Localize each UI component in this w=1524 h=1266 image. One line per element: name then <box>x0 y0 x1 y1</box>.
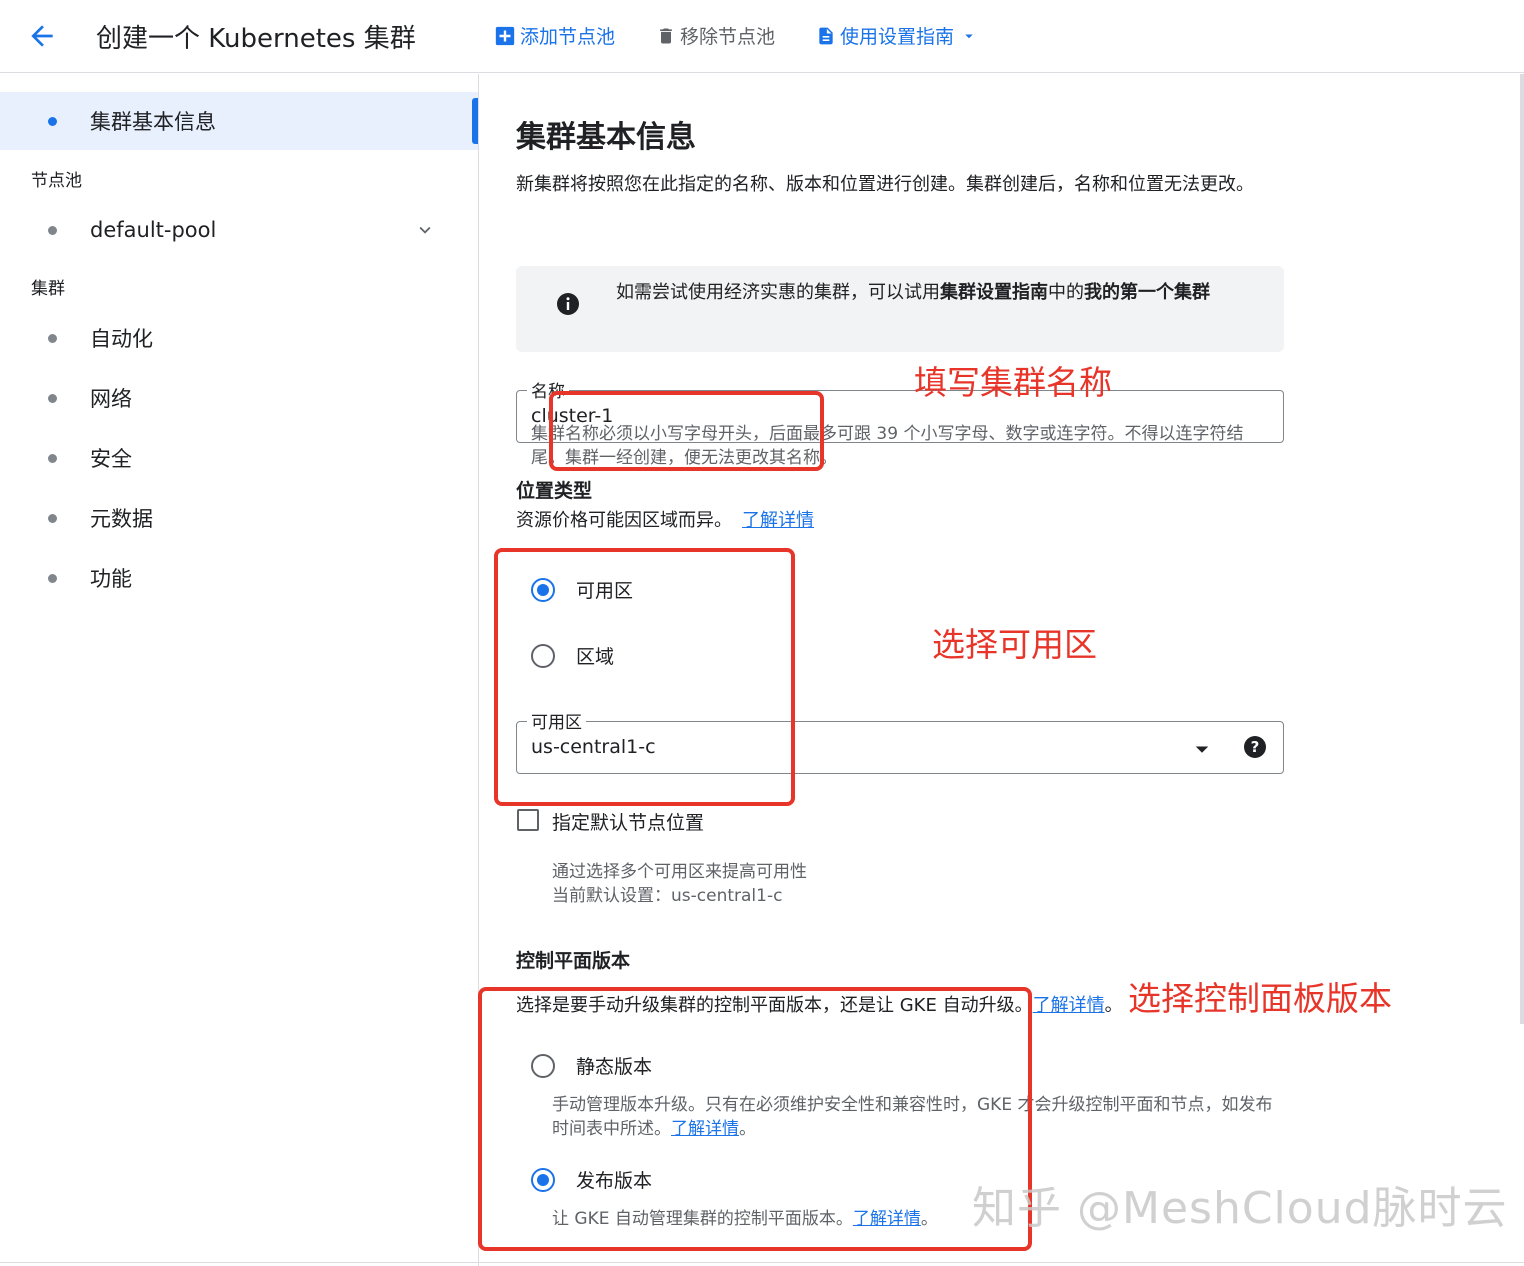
help-icon[interactable]: ? <box>1243 735 1267 759</box>
sidebar-item-label: 功能 <box>90 567 132 591</box>
bullet-dot <box>48 573 57 583</box>
sidebar-item-features[interactable]: 功能 <box>0 549 478 607</box>
location-type-subtitle: 资源价格可能因区域而异。 了解详情 <box>516 506 814 532</box>
sidebar-item-label: 集群基本信息 <box>90 110 216 134</box>
bullet-dot <box>48 513 57 523</box>
setup-guide-label: 使用设置指南 <box>840 26 955 48</box>
section-description: 新集群将按照您在此指定的名称、版本和位置进行创建。集群创建后，名称和位置无法更改… <box>516 174 1254 195</box>
sidebar-item-label: 网络 <box>90 387 132 411</box>
annotation-text-name: 填写集群名称 <box>914 363 1112 402</box>
add-box-icon <box>495 26 515 45</box>
chevron-down-icon[interactable] <box>412 219 438 241</box>
info-banner: 如需尝试使用经济实惠的集群，可以试用集群设置指南中的我的第一个集群 <box>516 266 1284 352</box>
remove-node-pool-button[interactable]: 移除节点池 <box>656 22 775 49</box>
location-type-subtitle-text: 资源价格可能因区域而异。 <box>516 510 732 531</box>
top-app-bar: 创建一个 Kubernetes 集群 添加节点池 移除节点池 使用设置指南 <box>0 0 1524 73</box>
page-title: 创建一个 Kubernetes 集群 <box>96 24 416 54</box>
default-node-locations-label: 指定默认节点位置 <box>552 812 705 834</box>
annotation-text-zone: 选择可用区 <box>932 625 1097 664</box>
setup-guide-button[interactable]: 使用设置指南 <box>816 22 982 49</box>
remove-node-pool-label: 移除节点池 <box>680 26 776 48</box>
annotation-box-zone <box>494 548 795 806</box>
info-icon <box>557 293 579 315</box>
annotation-box-name <box>549 391 824 471</box>
info-text-middle: 中的 <box>1048 282 1084 303</box>
sidebar-item-metadata[interactable]: 元数据 <box>0 489 478 547</box>
annotation-text-control-plane: 选择控制面板版本 <box>1128 979 1392 1018</box>
control-plane-title: 控制平面版本 <box>516 950 631 972</box>
bullet-dot <box>48 225 57 235</box>
sidebar-item-label: 元数据 <box>90 507 153 531</box>
sidebar-item-automation[interactable]: 自动化 <box>0 309 478 367</box>
control-plane-learn-more-link[interactable]: 了解详情 <box>1033 995 1105 1016</box>
watermark: 知乎 @MeshCloud脉时云 <box>972 1183 1508 1234</box>
scrollbar[interactable] <box>1520 74 1524 1024</box>
sidebar-item-cluster-basics[interactable]: 集群基本信息 <box>0 92 478 150</box>
sidebar-item-label: 安全 <box>90 447 132 471</box>
bullet-dot <box>48 116 57 126</box>
add-node-pool-button[interactable]: 添加节点池 <box>494 22 615 49</box>
dropdown-arrow-icon[interactable] <box>1187 734 1217 764</box>
annotation-box-control-plane <box>478 987 1032 1251</box>
info-banner-text: 如需尝试使用经济实惠的集群，可以试用集群设置指南中的我的第一个集群 <box>616 278 1256 308</box>
svg-text:?: ? <box>1251 738 1260 756</box>
sidebar: 集群基本信息 节点池 default-pool 集群 自动化 网络 安全 元数据… <box>0 74 479 1266</box>
sidebar-section-node-pools: 节点池 <box>31 171 82 191</box>
info-text-prefix: 如需尝试使用经济实惠的集群，可以试用 <box>616 282 940 303</box>
section-heading: 集群基本信息 <box>516 120 696 155</box>
bullet-dot <box>48 453 57 463</box>
location-type-title: 位置类型 <box>516 480 593 502</box>
guide-name-link[interactable]: 集群设置指南 <box>940 282 1048 303</box>
back-arrow-icon[interactable] <box>26 20 58 52</box>
document-icon <box>819 27 833 44</box>
sidebar-item-label: default-pool <box>90 218 217 242</box>
sidebar-item-default-pool[interactable]: default-pool <box>0 201 478 259</box>
add-node-pool-label: 添加节点池 <box>520 26 616 48</box>
first-cluster-link[interactable]: 我的第一个集群 <box>1084 282 1210 303</box>
default-node-locations-checkbox[interactable] <box>517 809 539 831</box>
active-indicator <box>472 98 478 144</box>
bottom-divider <box>0 1262 1524 1263</box>
sidebar-item-label: 自动化 <box>90 327 153 351</box>
default-node-locations-hint-1: 通过选择多个可用区来提高可用性 <box>552 862 807 882</box>
default-node-locations-hint-2: 当前默认设置：us-central1-c <box>552 886 783 906</box>
caret-down-icon <box>965 34 973 38</box>
sidebar-section-cluster: 集群 <box>31 279 65 299</box>
trash-icon <box>660 28 672 43</box>
sidebar-item-security[interactable]: 安全 <box>0 429 478 487</box>
bullet-dot <box>48 393 57 403</box>
learn-more-link[interactable]: 了解详情 <box>742 510 814 531</box>
bullet-dot <box>48 333 57 343</box>
sidebar-item-networking[interactable]: 网络 <box>0 369 478 427</box>
